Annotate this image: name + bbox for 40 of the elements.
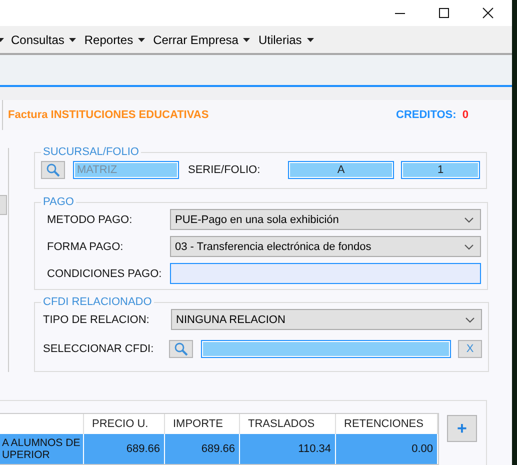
table-cell: 0.00	[336, 434, 438, 464]
input-field[interactable]	[170, 263, 481, 284]
serie-field[interactable]: A	[288, 160, 394, 178]
caret-icon	[243, 38, 250, 42]
credits-value: 0	[462, 109, 468, 121]
section-legend: PAGO	[41, 196, 76, 208]
caret-icon	[306, 38, 314, 42]
menu-item[interactable]: Utilerias	[254, 28, 318, 52]
field-label: CONDICIONES PAGO:	[46, 268, 163, 280]
close-icon	[482, 7, 494, 19]
section-legend: SUCURSAL/FOLIO	[41, 146, 141, 158]
table-cell: A ALUMNOS DE UPERIOR	[0, 434, 84, 464]
chevron-icon	[464, 244, 474, 250]
dropdown[interactable]: NINGUNA RELACION	[171, 309, 482, 330]
maximize-icon	[438, 7, 450, 19]
field-label: TIPO DE RELACION:	[42, 314, 150, 326]
field-label: METODO PAGO:	[46, 214, 134, 226]
field-label: SERIE/FOLIO:	[188, 164, 262, 176]
search-button[interactable]	[169, 340, 193, 358]
caret-icon	[138, 38, 146, 42]
section-legend: CFDI RELACIONADO	[41, 296, 154, 308]
cfdi-field[interactable]	[201, 340, 451, 358]
menu-item[interactable]: Cerrar Empresa	[149, 28, 254, 52]
form-title: Factura INSTITUCIONES EDUCATIVAS	[8, 109, 210, 121]
table-cell: 110.34	[240, 434, 336, 464]
chevron-icon	[464, 216, 474, 222]
menu-item[interactable]: Reportes	[80, 28, 150, 52]
table-cell: 689.66	[165, 434, 240, 464]
credits-label: CREDITOS:	[396, 109, 456, 121]
menu-item[interactable]: Consultas	[7, 28, 80, 52]
table-cell: 689.66	[84, 434, 165, 464]
folio-field[interactable]: 1	[401, 160, 480, 178]
field-label: FORMA PAGO:	[46, 240, 124, 252]
dropdown[interactable]: 03 - Transferencia electrónica de fondos	[170, 236, 481, 257]
chevron-icon	[465, 316, 475, 322]
search-button[interactable]	[41, 160, 65, 178]
caret-icon	[69, 38, 76, 42]
field-label: SELECCIONAR CFDI:	[42, 342, 155, 354]
table-row[interactable]: A ALUMNOS DE UPERIOR 689.66 689.66 110.34 0.00	[0, 434, 438, 464]
dropdown[interactable]: PUE-Pago en una sola exhibición	[170, 209, 481, 230]
